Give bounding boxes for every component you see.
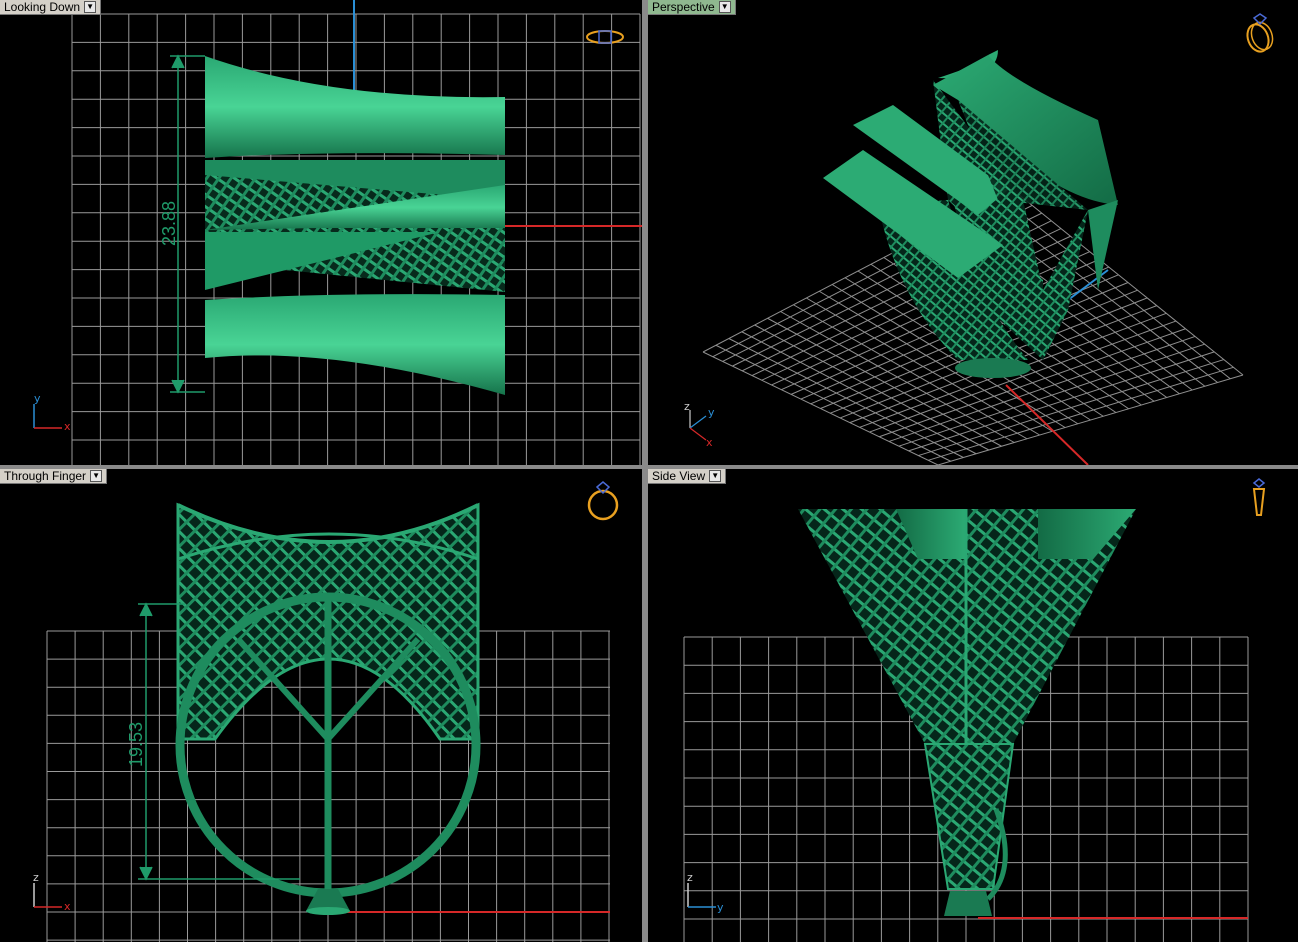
viewport-looking-down[interactable]: 23.88 y x Looking Down ▼ — [0, 0, 642, 465]
chevron-down-icon[interactable]: ▼ — [90, 470, 103, 482]
chevron-down-icon[interactable]: ▼ — [84, 1, 97, 13]
chevron-down-icon[interactable]: ▼ — [718, 1, 731, 13]
axis-label-horizontal: y — [717, 901, 724, 914]
axis-label-horizontal: x — [706, 436, 713, 449]
axis-label-vertical: z — [33, 871, 39, 884]
ring-model-perspective — [823, 50, 1118, 378]
ring-model-top — [205, 56, 505, 395]
ring-top-icon[interactable] — [582, 20, 628, 66]
viewport-label-text: Side View — [652, 469, 706, 483]
ring-side-icon[interactable] — [1236, 475, 1282, 521]
viewport-label-through-finger[interactable]: Through Finger ▼ — [0, 469, 108, 484]
looking-down-scene: 23.88 y x — [33, 0, 642, 465]
perspective-scene: z y x — [684, 50, 1244, 465]
through-finger-scene: 19.53 z x — [33, 502, 610, 942]
axis-label-side: y — [708, 406, 715, 419]
viewport-label-text: Looking Down — [4, 0, 81, 14]
ring-front-icon[interactable] — [580, 477, 626, 523]
chevron-down-icon[interactable]: ▼ — [709, 470, 722, 482]
dimension-label: 23.88 — [159, 201, 179, 246]
viewport-side-view[interactable]: z y Side View ▼ — [648, 469, 1298, 942]
viewport-through-finger[interactable]: 19.53 z x Through Finger ▼ — [0, 469, 642, 942]
axis-label-horizontal: x — [64, 900, 71, 913]
viewport-perspective[interactable]: z y x Perspective ▼ — [648, 0, 1298, 465]
axis-indicator: y x — [33, 392, 71, 433]
viewport-splitter-horizontal[interactable] — [0, 465, 1298, 469]
viewport-splitter-vertical[interactable] — [642, 0, 648, 942]
ring-perspective-icon[interactable] — [1236, 10, 1282, 56]
axis-indicator: z y x — [684, 400, 715, 449]
axis-label-vertical: z — [687, 871, 693, 884]
viewport-label-text: Through Finger — [4, 469, 87, 483]
axis-indicator: z y — [687, 871, 724, 914]
viewport-label-text: Perspective — [652, 0, 715, 14]
viewport-label-perspective[interactable]: Perspective ▼ — [648, 0, 736, 15]
dimension-label: 19.53 — [126, 722, 146, 767]
viewport-label-side-view[interactable]: Side View ▼ — [648, 469, 727, 484]
axis-indicator: z x — [33, 871, 71, 913]
axis-label-horizontal: x — [64, 420, 71, 433]
ring-model-front — [175, 502, 481, 915]
side-view-scene: z y — [683, 509, 1249, 942]
ring-model-side — [798, 509, 1136, 916]
axis-label-vertical: z — [684, 400, 690, 413]
axis-label-vertical: y — [34, 392, 41, 405]
viewport-label-looking-down[interactable]: Looking Down ▼ — [0, 0, 102, 15]
